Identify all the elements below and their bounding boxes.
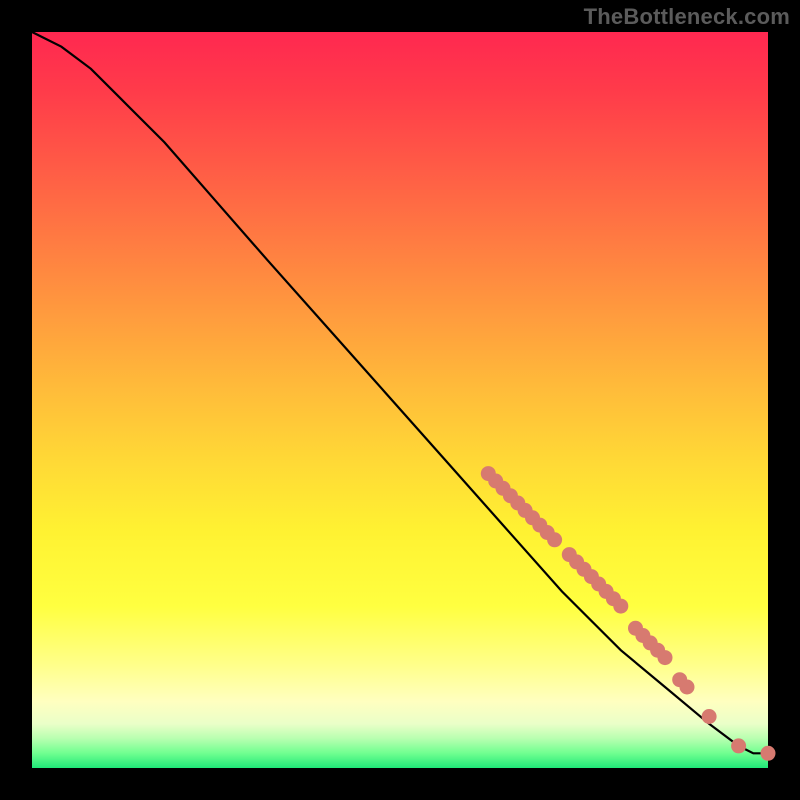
chart-svg (32, 32, 768, 768)
scatter-dot (731, 738, 746, 753)
scatter-dot (658, 650, 673, 665)
scatter-dot (702, 709, 717, 724)
watermark-text: TheBottleneck.com (584, 4, 790, 30)
scatter-dot (761, 746, 776, 761)
plot-area (32, 32, 768, 768)
scatter-layer (481, 466, 776, 761)
scatter-dot (613, 599, 628, 614)
scatter-dot (547, 532, 562, 547)
scatter-dot (680, 680, 695, 695)
chart-frame: TheBottleneck.com (0, 0, 800, 800)
